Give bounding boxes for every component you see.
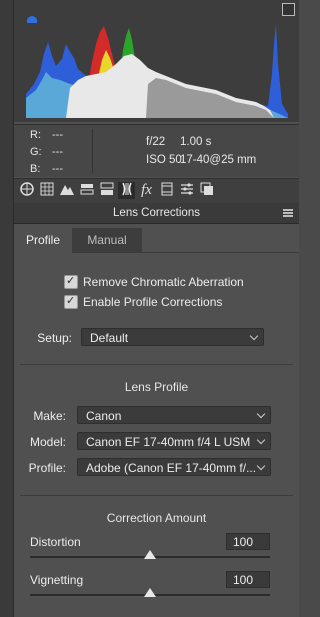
correction-amount-title: Correction Amount bbox=[106, 511, 207, 525]
chevron-down-icon bbox=[256, 461, 266, 471]
rgb-readout: R: --- G: --- B: --- bbox=[30, 127, 74, 178]
distortion-value-field[interactable]: 100 bbox=[226, 533, 270, 550]
setup-value: Default bbox=[90, 331, 129, 345]
enable-profile-label: Enable Profile Corrections bbox=[83, 295, 223, 309]
distortion-slider-thumb[interactable] bbox=[144, 550, 156, 559]
tone-curve-icon[interactable] bbox=[38, 182, 55, 199]
setup-label: Setup: bbox=[37, 331, 72, 345]
exif-left: f/22 ISO 50 bbox=[146, 133, 182, 169]
shutter-speed: 1.00 s bbox=[180, 136, 212, 148]
camera-raw-panel: R: --- G: --- B: --- f/22 ISO 50 1.00 s 17-… bbox=[14, 0, 299, 617]
panel-title: Lens Corrections bbox=[113, 207, 200, 219]
r-label: R: bbox=[30, 129, 41, 141]
basic-icon[interactable] bbox=[18, 182, 35, 199]
b-label: B: bbox=[30, 163, 41, 175]
setup-select[interactable]: Default bbox=[81, 328, 264, 346]
panel-menu-icon[interactable] bbox=[283, 209, 293, 217]
distortion-label: Distortion bbox=[30, 535, 81, 549]
remove-ca-check-icon[interactable] bbox=[64, 274, 78, 289]
b-value: --- bbox=[52, 163, 63, 175]
snapshots-icon[interactable] bbox=[198, 182, 215, 199]
split-toning-icon[interactable] bbox=[98, 182, 115, 199]
profile-select[interactable]: Adobe (Canon EF 17-40mm f/... bbox=[77, 458, 271, 476]
lens-tabs: Profile Manual bbox=[14, 228, 299, 253]
profile-label: Profile: bbox=[28, 461, 66, 475]
tab-divider bbox=[142, 252, 299, 253]
remove-ca-label: Remove Chromatic Aberration bbox=[83, 275, 244, 289]
aperture: f/22 bbox=[146, 136, 166, 148]
r-value: --- bbox=[52, 129, 63, 141]
left-panel-strip bbox=[0, 0, 14, 617]
profile-value: Adobe (Canon EF 17-40mm f/... bbox=[86, 461, 257, 475]
chevron-down-icon bbox=[249, 331, 259, 341]
iso: ISO 50 bbox=[146, 154, 182, 166]
vignetting-value-field[interactable]: 100 bbox=[226, 571, 270, 588]
image-info: R: --- G: --- B: --- f/22 ISO 50 1.00 s 17-… bbox=[14, 124, 299, 177]
model-select[interactable]: Canon EF 17-40mm f/4 L USM bbox=[77, 432, 271, 450]
detail-icon[interactable] bbox=[58, 182, 75, 199]
effects-icon[interactable]: fx bbox=[138, 182, 155, 199]
chevron-down-icon bbox=[256, 409, 266, 419]
g-label: G: bbox=[30, 146, 42, 158]
lens-corrections-icon[interactable] bbox=[118, 182, 135, 199]
hsl-icon[interactable] bbox=[78, 182, 95, 199]
info-divider bbox=[92, 129, 93, 173]
camera-calibration-icon[interactable] bbox=[158, 182, 175, 199]
exif-right: 1.00 s 17-40@25 mm bbox=[180, 133, 256, 169]
tab-profile[interactable]: Profile bbox=[14, 228, 72, 253]
lens-profile-title: Lens Profile bbox=[124, 380, 189, 394]
panel-header: Lens Corrections bbox=[14, 203, 299, 224]
divider bbox=[20, 364, 293, 365]
vignetting-label: Vignetting bbox=[30, 573, 84, 587]
g-value: --- bbox=[52, 146, 63, 158]
histogram-graph bbox=[26, 24, 288, 118]
panel-toolbar: fx bbox=[14, 178, 299, 204]
tab-manual[interactable]: Manual bbox=[72, 228, 142, 253]
lens-focal: 17-40@25 mm bbox=[180, 154, 257, 166]
make-label: Make: bbox=[33, 409, 66, 423]
model-label: Model: bbox=[29, 435, 66, 449]
model-value: Canon EF 17-40mm f/4 L USM bbox=[86, 435, 251, 449]
make-select[interactable]: Canon bbox=[77, 406, 271, 424]
histogram bbox=[14, 0, 299, 122]
make-value: Canon bbox=[86, 409, 122, 423]
divider bbox=[20, 495, 293, 496]
vignetting-slider-thumb[interactable] bbox=[144, 588, 156, 597]
chevron-down-icon bbox=[256, 435, 266, 445]
enable-profile-check-icon[interactable] bbox=[64, 294, 78, 309]
presets-icon[interactable] bbox=[178, 182, 195, 199]
